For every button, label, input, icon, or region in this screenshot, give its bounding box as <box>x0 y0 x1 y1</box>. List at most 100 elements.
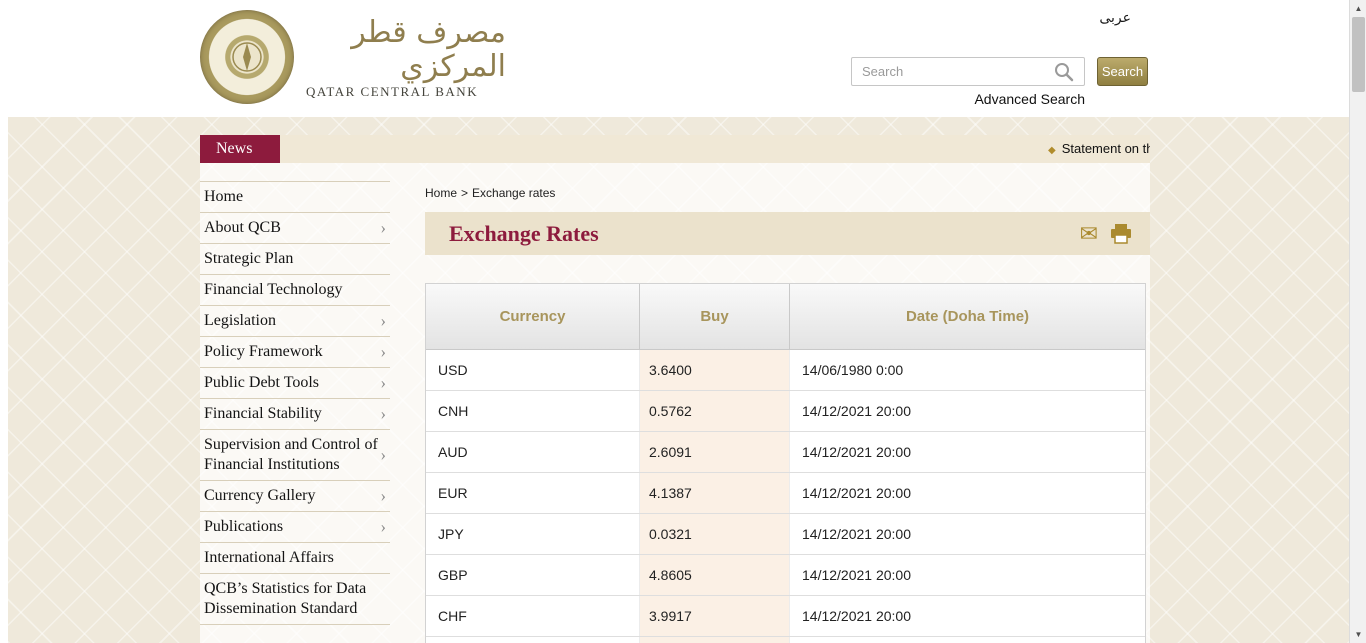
sidebar-item-legislation[interactable]: Legislation › <box>200 306 390 337</box>
sidebar-item-label: Public Debt Tools <box>204 374 320 391</box>
cell-date: 14/12/2021 20:00 <box>802 567 911 583</box>
cell-buy <box>640 637 790 643</box>
search-input[interactable] <box>851 57 1085 86</box>
search-button[interactable]: Search <box>1097 57 1148 86</box>
cell-currency: GBP <box>426 555 640 595</box>
scroll-down-icon[interactable]: ▼ <box>1350 626 1366 643</box>
sidebar-item-label: Supervision and Control of Financial Ins… <box>204 436 378 473</box>
chevron-right-icon: › <box>380 373 386 392</box>
qcb-exchange-rates-page: عربى مصرف قطر المركزي QATAR CENTRAL BANK… <box>0 0 1366 643</box>
page-title: Exchange Rates <box>449 220 599 246</box>
cell-buy: 4.1387 <box>640 473 790 513</box>
sidebar-item-label: Strategic Plan <box>204 250 294 267</box>
cell-date: 14/12/2021 20:00 <box>802 608 911 624</box>
diamond-bullet-icon: ◆ <box>1048 145 1056 156</box>
chevron-right-icon: › <box>380 218 386 237</box>
search-icon[interactable] <box>1053 61 1075 83</box>
cell-date: 14/06/1980 0:00 <box>802 362 904 378</box>
cell-currency: USD <box>426 350 640 390</box>
cell-buy: 0.5762 <box>640 391 790 431</box>
sidebar-item-policy-framework[interactable]: Policy Framework › <box>200 337 390 368</box>
sidebar-item-financial-technology[interactable]: Financial Technology <box>200 275 390 306</box>
chevron-right-icon: › <box>380 445 386 464</box>
cell-currency: CNH <box>426 391 640 431</box>
chevron-right-icon: › <box>380 486 386 505</box>
site-header: عربى مصرف قطر المركزي QATAR CENTRAL BANK… <box>0 0 1349 117</box>
cell-date: 14/12/2021 20:00 <box>802 485 911 501</box>
news-label: News <box>200 135 280 163</box>
sidebar-item-label: About QCB <box>204 219 281 236</box>
cell-date: 14/12/2021 20:00 <box>802 526 911 542</box>
cell-buy: 3.9917 <box>640 596 790 636</box>
sidebar-item-strategic-plan[interactable]: Strategic Plan <box>200 244 390 275</box>
arabic-language-link[interactable]: عربى <box>1099 10 1131 26</box>
news-ticker: ◆ Statement on th <box>280 135 1150 163</box>
scrollbar-thumb[interactable] <box>1352 17 1365 92</box>
sidebar-item-qcb-statistics[interactable]: QCB’s Statistics for Data Dissemination … <box>200 574 390 625</box>
table-row: CNH 0.5762 14/12/2021 20:00 <box>426 391 1145 432</box>
page-title-bar: Exchange Rates ✉ <box>425 212 1150 255</box>
table-row: EUR 4.1387 14/12/2021 20:00 <box>426 473 1145 514</box>
sidebar-navigation: Home About QCB › Strategic Plan Financial… <box>200 181 390 625</box>
cell-date: 14/12/2021 20:00 <box>802 403 911 419</box>
sidebar-item-label: Currency Gallery <box>204 487 316 504</box>
sidebar-item-financial-stability[interactable]: Financial Stability › <box>200 399 390 430</box>
sidebar-item-international-affairs[interactable]: International Affairs <box>200 543 390 574</box>
cell-buy: 0.0321 <box>640 514 790 554</box>
table-header-buy: Buy <box>640 284 790 349</box>
cell-currency: EUR <box>426 473 640 513</box>
table-row-partial <box>426 637 1145 643</box>
chevron-right-icon: › <box>380 404 386 423</box>
seal-emblem-icon <box>232 42 262 72</box>
sidebar-item-about-qcb[interactable]: About QCB › <box>200 213 390 244</box>
breadcrumb-separator: > <box>461 186 469 200</box>
table-row: AUD 2.6091 14/12/2021 20:00 <box>426 432 1145 473</box>
qcb-logo[interactable]: مصرف قطر المركزي QATAR CENTRAL BANK <box>200 10 506 110</box>
news-ticker-text: Statement on th <box>1061 141 1150 156</box>
advanced-search-link[interactable]: Advanced Search <box>851 91 1085 107</box>
table-row: JPY 0.0321 14/12/2021 20:00 <box>426 514 1145 555</box>
table-header-date: Date (Doha Time) <box>905 308 1030 325</box>
sidebar-item-label: International Affairs <box>204 549 334 566</box>
breadcrumb: Home > Exchange rates <box>425 186 1150 200</box>
table-row: CHF 3.9917 14/12/2021 20:00 <box>426 596 1145 637</box>
title-action-icons: ✉ <box>1080 222 1132 245</box>
chevron-right-icon: › <box>380 517 386 536</box>
breadcrumb-current: Exchange rates <box>472 186 556 200</box>
sidebar-item-public-debt-tools[interactable]: Public Debt Tools › <box>200 368 390 399</box>
scroll-up-icon[interactable]: ▲ <box>1350 0 1366 17</box>
exchange-rates-table: Currency Buy Date (Doha Time) USD 3.6400… <box>425 283 1146 643</box>
sidebar-item-supervision[interactable]: Supervision and Control of Financial Ins… <box>200 430 390 481</box>
sidebar-item-label: Publications <box>204 518 284 535</box>
main-content: Home > Exchange rates Exchange Rates ✉ Cur… <box>425 186 1150 643</box>
sidebar-item-label: QCB’s Statistics for Data Dissemination … <box>204 580 367 617</box>
news-ticker-item[interactable]: ◆ Statement on th <box>1048 135 1150 163</box>
email-icon[interactable]: ✉ <box>1080 222 1098 245</box>
cell-buy: 2.6091 <box>640 432 790 472</box>
table-header-row: Currency Buy Date (Doha Time) <box>426 284 1145 350</box>
chevron-right-icon: › <box>380 311 386 330</box>
sidebar-item-label: Financial Stability <box>204 405 322 422</box>
sidebar-item-publications[interactable]: Publications › <box>200 512 390 543</box>
qcb-arabic-calligraphy: مصرف قطر المركزي <box>351 15 506 84</box>
chevron-right-icon: › <box>380 342 386 361</box>
qcb-seal-icon <box>200 10 294 104</box>
table-header-currency: Currency <box>426 284 640 349</box>
print-icon[interactable] <box>1110 223 1132 244</box>
qcb-bank-name: QATAR CENTRAL BANK <box>306 84 479 99</box>
cell-currency <box>426 637 640 643</box>
sidebar-item-home[interactable]: Home <box>200 182 390 213</box>
cell-currency: JPY <box>426 514 640 554</box>
cell-currency: AUD <box>426 432 640 472</box>
sidebar-item-label: Policy Framework <box>204 343 323 360</box>
table-row: GBP 4.8605 14/12/2021 20:00 <box>426 555 1145 596</box>
vertical-scrollbar[interactable]: ▲ ▼ <box>1349 0 1366 643</box>
cell-buy: 3.6400 <box>640 350 790 390</box>
sidebar-item-label: Financial Technology <box>204 281 343 298</box>
breadcrumb-home-link[interactable]: Home <box>425 186 457 200</box>
cell-currency: CHF <box>426 596 640 636</box>
cell-buy: 4.8605 <box>640 555 790 595</box>
sidebar-item-label: Legislation <box>204 312 276 329</box>
sidebar-item-currency-gallery[interactable]: Currency Gallery › <box>200 481 390 512</box>
sidebar-item-label: Home <box>204 188 244 205</box>
